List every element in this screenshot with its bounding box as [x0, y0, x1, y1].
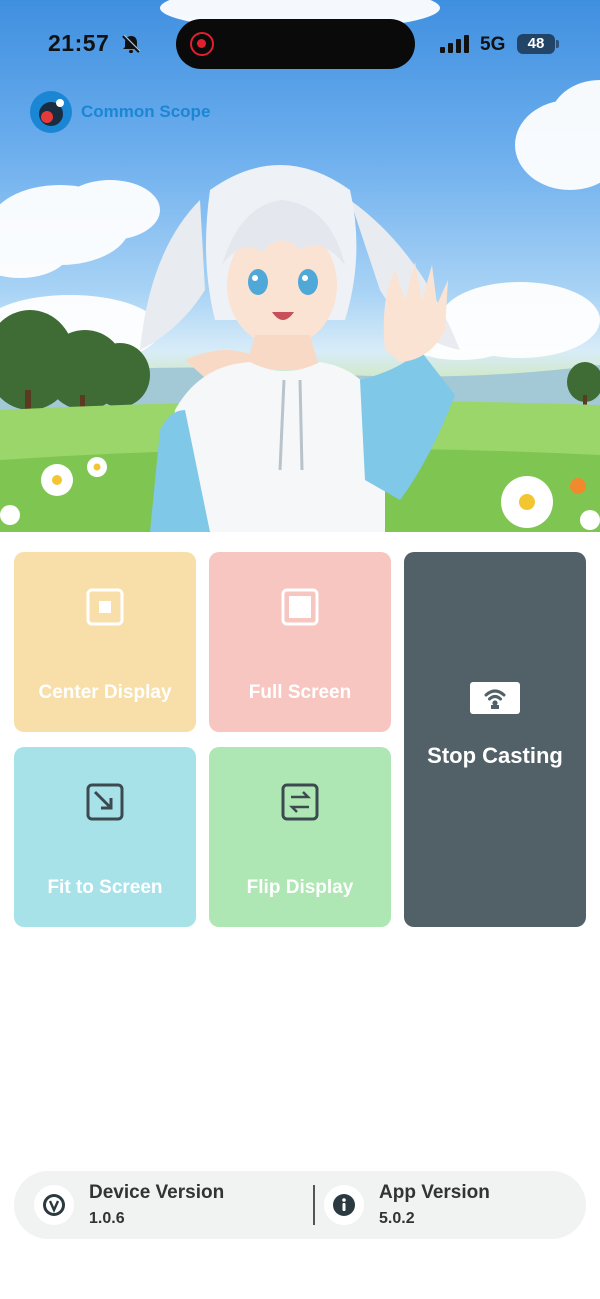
recording-icon — [190, 32, 214, 56]
network-type: 5G — [480, 34, 506, 55]
full-screen-icon — [281, 588, 319, 631]
device-version-label: Device Version — [89, 1182, 225, 1203]
app-version-section: App Version 5.0.2 — [324, 1171, 490, 1239]
fit-to-screen-label: Fit to Screen — [47, 877, 163, 898]
stop-casting-label: Stop Casting — [427, 743, 563, 768]
footer-divider — [313, 1185, 315, 1225]
signal-bars-icon — [440, 35, 472, 58]
fit-to-screen-button[interactable]: Fit to Screen — [14, 747, 196, 927]
casting-wifi-icon — [470, 682, 520, 719]
dynamic-island — [176, 19, 415, 69]
silent-bell-icon — [120, 33, 142, 60]
brand-logo-area: Common Scope — [30, 90, 210, 134]
full-screen-label: Full Screen — [248, 682, 352, 703]
status-bar: 21:57 5G 48 — [0, 0, 600, 90]
device-version-section: Device Version 1.0.6 — [34, 1171, 224, 1239]
flip-display-icon — [281, 783, 319, 826]
app-version-label: App Version — [379, 1182, 490, 1203]
center-display-button[interactable]: Center Display — [14, 552, 196, 732]
version-footer: Device Version 1.0.6 App Version 5.0.2 — [14, 1171, 586, 1239]
device-version-value: 1.0.6 — [89, 1210, 125, 1227]
stop-casting-button[interactable]: Stop Casting — [404, 552, 586, 927]
app-version-value: 5.0.2 — [379, 1210, 415, 1227]
brand-name: Common Scope — [81, 102, 211, 121]
center-display-icon — [86, 588, 124, 631]
full-screen-button[interactable]: Full Screen — [209, 552, 391, 732]
status-time: 21:57 — [48, 30, 110, 56]
flip-display-button[interactable]: Flip Display — [209, 747, 391, 927]
common-scope-logo-icon — [30, 91, 72, 133]
center-display-label: Center Display — [38, 682, 172, 703]
battery-indicator: 48 — [517, 34, 559, 54]
device-version-icon — [34, 1185, 74, 1225]
fit-to-screen-icon — [86, 783, 124, 826]
flip-display-label: Flip Display — [246, 877, 354, 898]
info-icon — [324, 1185, 364, 1225]
